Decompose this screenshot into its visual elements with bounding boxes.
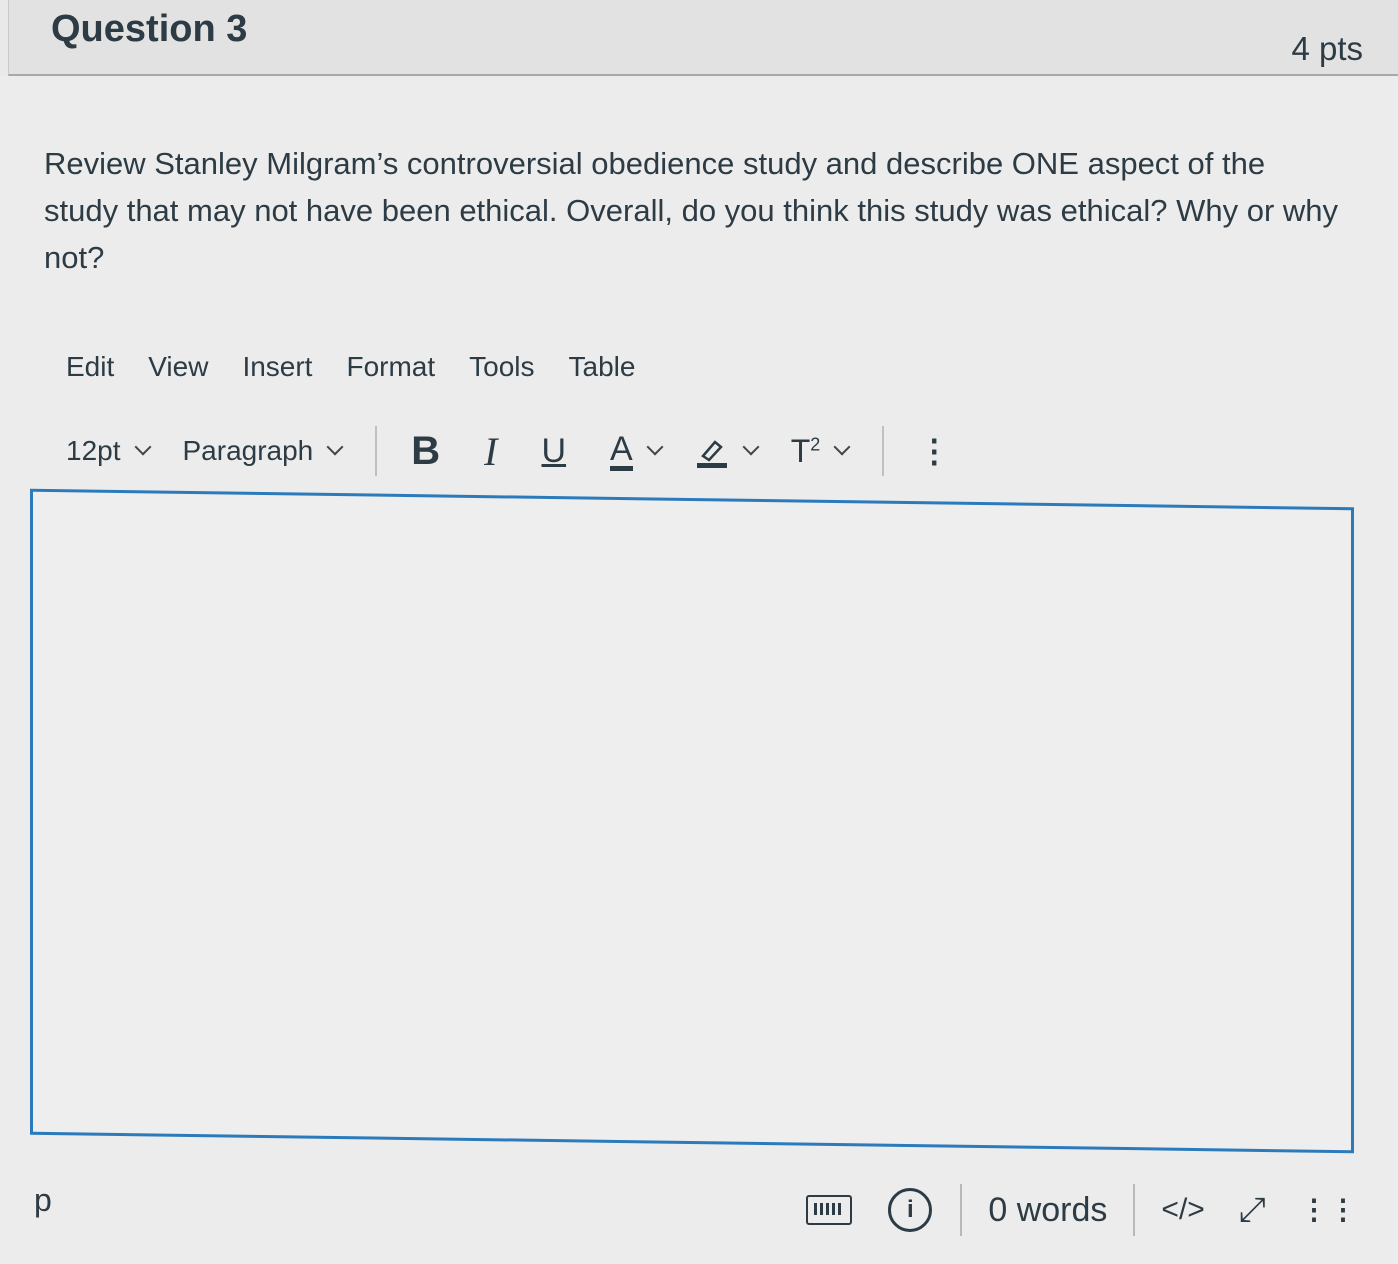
chevron-down-icon (646, 438, 664, 456)
editor-toolbar: 12pt Paragraph B I U A T2 ⋮ (66, 420, 1086, 482)
toolbar-divider (375, 426, 378, 476)
toolbar-divider (882, 426, 885, 476)
font-size-select[interactable]: 12pt (66, 435, 151, 467)
italic-button[interactable]: I (484, 428, 497, 475)
menu-view[interactable]: View (148, 351, 208, 383)
menu-insert[interactable]: Insert (242, 351, 312, 383)
fullscreen-icon[interactable]: ⤢ (1239, 1191, 1266, 1230)
chevron-down-icon (326, 438, 344, 456)
superscript-icon: T2 (790, 432, 821, 469)
resize-grip-icon[interactable]: ⋮⋮ (1300, 1196, 1358, 1224)
status-bar-actions: i 0 words </> ⤢ ⋮⋮ (806, 1180, 1358, 1240)
status-divider (1133, 1184, 1136, 1236)
editor-menubar: Edit View Insert Format Tools Table (66, 345, 669, 389)
block-format-value: Paragraph (182, 435, 314, 466)
highlight-button[interactable] (695, 434, 760, 468)
highlighter-icon (696, 440, 727, 468)
font-size-value: 12pt (66, 435, 121, 466)
editor-status-bar: p i 0 words </> ⤢ ⋮⋮ (0, 1170, 1398, 1250)
menu-table[interactable]: Table (569, 351, 636, 383)
menu-format[interactable]: Format (346, 351, 435, 383)
question-header: Question 3 4 pts (8, 0, 1398, 76)
underline-button[interactable]: U (541, 432, 566, 471)
rich-text-editor-area[interactable] (30, 488, 1354, 1154)
html-editor-toggle[interactable]: </> (1161, 1193, 1204, 1227)
status-divider (960, 1184, 963, 1236)
accessibility-checker-icon[interactable]: i (888, 1188, 933, 1232)
block-format-select[interactable]: Paragraph (182, 435, 344, 467)
text-color-icon: A (610, 432, 633, 471)
chevron-down-icon (742, 438, 760, 456)
chevron-down-icon (134, 438, 151, 456)
question-points: 4 pts (1291, 30, 1363, 67)
word-count[interactable]: 0 words (988, 1191, 1107, 1230)
text-color-button[interactable]: A (610, 432, 664, 471)
more-options-icon[interactable]: ⋮ (918, 435, 950, 467)
chevron-down-icon (833, 438, 851, 456)
superscript-button[interactable]: T2 (790, 432, 851, 470)
question-prompt: Review Stanley Milgram’s controversial o… (44, 146, 1339, 275)
keyboard-shortcuts-icon[interactable] (806, 1195, 853, 1225)
element-path[interactable]: p (34, 1182, 52, 1219)
menu-tools[interactable]: Tools (469, 351, 534, 383)
question-title: Question 3 (51, 8, 248, 50)
menu-edit[interactable]: Edit (66, 351, 114, 383)
bold-button[interactable]: B (411, 429, 440, 474)
